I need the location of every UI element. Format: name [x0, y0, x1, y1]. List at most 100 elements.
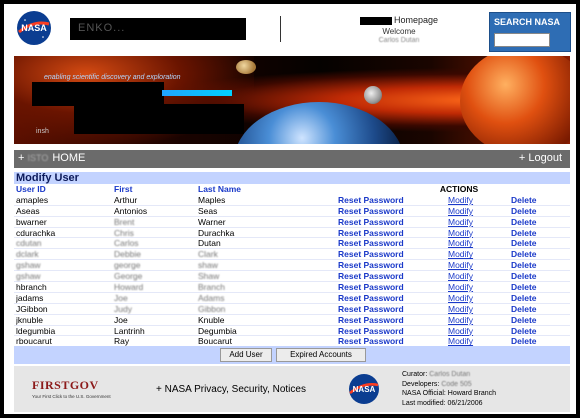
hero-banner: enabling scientific discovery and explor…	[14, 56, 570, 144]
delete-link[interactable]: Delete	[511, 238, 561, 249]
delete-link[interactable]: Delete	[511, 206, 561, 217]
first-name-cell: Howard	[114, 282, 144, 293]
reset-password-link[interactable]: Reset Password	[338, 195, 434, 206]
modify-link[interactable]: Modify	[448, 228, 498, 239]
table-row: cdurachka Chris Durachka Reset Password Modi…	[14, 227, 570, 239]
table-header-row: User ID First Last Name ACTIONS	[14, 184, 570, 195]
first-name-cell: Joe	[114, 314, 128, 325]
reset-password-link[interactable]: Reset Password	[338, 304, 434, 315]
last-name-cell: Adams	[198, 292, 225, 303]
table-body: amaples Arthur Maples Reset Password Modify D…	[14, 194, 570, 348]
modify-link[interactable]: Modify	[448, 238, 498, 249]
delete-link[interactable]: Delete	[511, 282, 561, 293]
column-header-last-name[interactable]: Last Name	[198, 184, 336, 195]
reset-password-link[interactable]: Reset Password	[338, 293, 434, 304]
last-name-cell: shaw	[198, 260, 218, 271]
table-row: dclark Debbie Clark Reset Password Modify Del…	[14, 249, 570, 261]
delete-link[interactable]: Delete	[511, 217, 561, 228]
delete-link[interactable]: Delete	[511, 293, 561, 304]
delete-link[interactable]: Delete	[511, 228, 561, 239]
delete-link[interactable]: Delete	[511, 315, 561, 326]
modify-link[interactable]: Modify	[448, 282, 498, 293]
welcome-user-name: Carlos Dutan	[378, 37, 420, 44]
site-footer: FIRSTGOV Your First Click to the U.S. Go…	[14, 366, 570, 412]
reset-password-link[interactable]: Reset Password	[338, 249, 434, 260]
reset-password-link[interactable]: Reset Password	[338, 282, 434, 293]
column-header-first[interactable]: First	[114, 184, 194, 195]
add-user-button[interactable]: Add User	[220, 348, 272, 362]
delete-link[interactable]: Delete	[511, 304, 561, 315]
table-row: hbranch Howard Branch Reset Password Modify D…	[14, 282, 570, 293]
firstgov-logo[interactable]: FIRSTGOV	[32, 378, 99, 393]
modify-link[interactable]: Modify	[448, 195, 498, 206]
first-name-cell: Lantrinh	[114, 325, 145, 336]
first-name-cell: Brent	[114, 216, 135, 227]
table-row: gshaw George Shaw Reset Password Modify Delet…	[14, 271, 570, 283]
logout-link[interactable]: + Logout	[519, 152, 562, 164]
modify-link[interactable]: Modify	[448, 304, 498, 315]
users-table: User ID First Last Name ACTIONS amaples A…	[14, 184, 570, 348]
modify-link[interactable]: Modify	[448, 293, 498, 304]
column-header-user-id[interactable]: User ID	[16, 184, 112, 195]
welcome-text: Welcome	[382, 27, 416, 36]
modify-link[interactable]: Modify	[448, 206, 498, 217]
reset-password-link[interactable]: Reset Password	[338, 228, 434, 239]
site-header: NASA ENKO... Homepage Welcome Carlos Dut…	[4, 4, 576, 52]
delete-link[interactable]: Delete	[511, 260, 561, 271]
modify-link[interactable]: Modify	[448, 315, 498, 326]
reset-password-link[interactable]: Reset Password	[338, 217, 434, 228]
table-row: JGibbon Judy Gibbon Reset Password Modify Del…	[14, 304, 570, 315]
modify-link[interactable]: Modify	[448, 217, 498, 228]
privacy-link[interactable]: + NASA Privacy, Security, Notices	[156, 384, 306, 395]
modify-link[interactable]: Modify	[448, 271, 498, 282]
nav-home-link[interactable]: + ISTO HOME	[18, 152, 85, 164]
delete-link[interactable]: Delete	[511, 326, 561, 337]
developers-label: Developers:	[402, 380, 440, 388]
user-id-cell: cdutan	[16, 238, 42, 249]
reset-password-link[interactable]: Reset Password	[338, 206, 434, 217]
saturn-image	[236, 60, 256, 74]
modify-link[interactable]: Modify	[448, 326, 498, 337]
reset-password-link[interactable]: Reset Password	[338, 238, 434, 249]
delete-link[interactable]: Delete	[511, 249, 561, 260]
homepage-link[interactable]: Homepage	[344, 15, 454, 26]
user-id-cell: JGibbon	[16, 303, 48, 314]
first-name-cell: Carlos	[114, 238, 139, 249]
modify-link[interactable]: Modify	[448, 249, 498, 260]
first-name-cell: Chris	[114, 227, 134, 238]
header-divider	[280, 16, 281, 42]
firstgov-tagline: Your First Click to the U.S. Government	[32, 394, 111, 399]
reset-password-link[interactable]: Reset Password	[338, 326, 434, 337]
table-row: cdutan Carlos Dutan Reset Password Modify Del…	[14, 238, 570, 250]
reset-password-link[interactable]: Reset Password	[338, 315, 434, 326]
nasa-logo-icon[interactable]: NASA	[16, 10, 52, 46]
first-name-cell: Arthur	[114, 194, 138, 205]
table-actions-bar: Add User Expired Accounts	[14, 346, 570, 364]
delete-link[interactable]: Delete	[511, 271, 561, 282]
nav-home-label: HOME	[52, 152, 86, 164]
table-row: Aseas Antonios Seas Reset Password Modify Del…	[14, 205, 570, 217]
developers-name: Code 505	[441, 380, 472, 388]
first-name-cell: George	[114, 271, 143, 282]
nasa-official: NASA Official: Howard Branch	[402, 390, 497, 397]
user-id-cell: Aseas	[16, 205, 40, 216]
delete-link[interactable]: Delete	[511, 195, 561, 206]
reset-password-link[interactable]: Reset Password	[338, 271, 434, 282]
table-row: jknuble Joe Knuble Reset Password Modify Dele…	[14, 314, 570, 326]
nasa-footer-logo-icon[interactable]: NASA	[348, 373, 380, 405]
user-id-cell: amaples	[16, 194, 49, 205]
expired-accounts-button[interactable]: Expired Accounts	[276, 348, 366, 362]
user-id-cell: hbranch	[16, 282, 47, 293]
last-name-cell: Warner	[198, 216, 226, 227]
banner-subtext: insh	[36, 128, 49, 135]
search-input[interactable]	[494, 33, 550, 47]
moon-image	[364, 86, 382, 104]
modify-link[interactable]: Modify	[448, 260, 498, 271]
last-name-cell: Branch	[198, 282, 225, 293]
search-panel: SEARCH NASA	[489, 12, 571, 52]
last-name-cell: Dutan	[198, 238, 221, 249]
svg-text:NASA: NASA	[21, 23, 47, 33]
reset-password-link[interactable]: Reset Password	[338, 260, 434, 271]
last-name-cell: Gibbon	[198, 303, 226, 314]
user-id-cell: jknuble	[16, 314, 43, 325]
